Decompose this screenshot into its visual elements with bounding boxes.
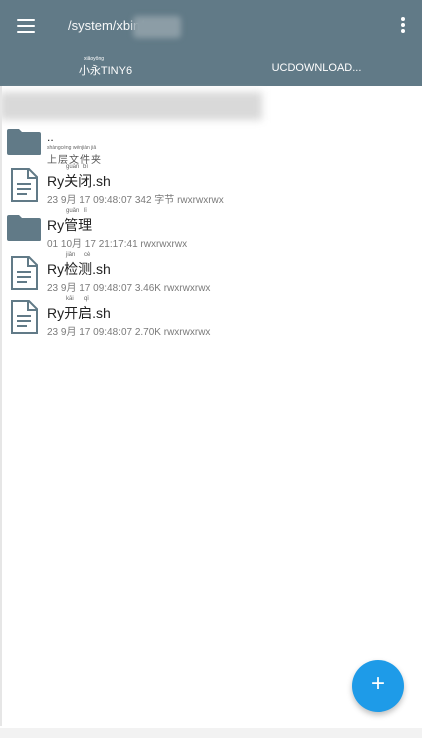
folder-icon xyxy=(7,129,41,155)
file-meta: 23 9月 17 09:48:07 2.70K rwxrwxrwx xyxy=(47,327,211,338)
plus-icon: + xyxy=(370,670,385,697)
blurred-region xyxy=(0,92,262,120)
bottom-edge xyxy=(0,728,422,738)
list-item-file[interactable]: guān bì Ry关闭.sh 23 9月 17 09:48:07 342 字节… xyxy=(0,164,422,208)
pinyin-1: jiǎn xyxy=(66,252,76,258)
pinyin-1: kāi xyxy=(66,296,74,302)
add-fab-button[interactable]: + xyxy=(352,660,404,712)
pinyin-2: lǐ xyxy=(84,208,87,214)
pinyin-2: qǐ xyxy=(84,296,89,302)
tab-pinyin: xiǎoyǒng xyxy=(84,56,105,62)
document-icon xyxy=(11,168,38,202)
pinyin-1: guān xyxy=(66,164,80,170)
more-options-icon[interactable] xyxy=(396,14,410,38)
pinyin-2: cè xyxy=(84,252,91,258)
list-item-folder[interactable]: guǎn lǐ Ry管理 01 10月 17 21:17:41 rwxrwxrw… xyxy=(0,208,422,252)
tab-ucdownload[interactable]: UCDOWNLOAD... xyxy=(211,46,422,86)
file-name: Ry开启.sh xyxy=(47,305,111,321)
file-name: Ry关闭.sh xyxy=(47,173,111,189)
document-icon xyxy=(11,300,38,334)
list-item-parent[interactable]: .. shàngcéng wénjiàn jiā 上层文件夹 xyxy=(0,126,422,168)
tab-label: UCDOWNLOAD... xyxy=(271,62,362,74)
hamburger-menu-icon[interactable] xyxy=(14,16,40,38)
list-item-file[interactable]: jiǎn cè Ry检测.sh 23 9月 17 09:48:07 3.46K … xyxy=(0,252,422,296)
file-meta: 23 9月 17 09:48:07 3.46K rwxrwxrwx xyxy=(47,283,211,294)
folder-icon xyxy=(7,215,41,241)
file-name: Ry检测.sh xyxy=(47,261,111,277)
file-meta: 01 10月 17 21:17:41 rwxrwxrwx xyxy=(47,239,188,250)
document-icon xyxy=(11,256,38,290)
file-meta: 23 9月 17 09:48:07 342 字节 rwxrwxrwx xyxy=(47,195,224,206)
pinyin-2: bì xyxy=(83,164,89,170)
file-name: Ry管理 xyxy=(47,217,93,233)
pinyin-1: guǎn xyxy=(66,208,80,214)
tab-xiaoyong-tiny6[interactable]: xiǎoyǒng 小永TINY6 xyxy=(0,46,211,86)
app-bar: /system/xbin/ xiǎoyǒng 小永TINY6 UCDOWNLOA… xyxy=(0,0,422,86)
tab-label: 小永TINY6 xyxy=(78,65,133,77)
file-name: .. xyxy=(47,130,54,144)
list-item-file[interactable]: kāi qǐ Ry开启.sh 23 9月 17 09:48:07 2.70K r… xyxy=(0,296,422,340)
path-redaction xyxy=(133,16,181,38)
